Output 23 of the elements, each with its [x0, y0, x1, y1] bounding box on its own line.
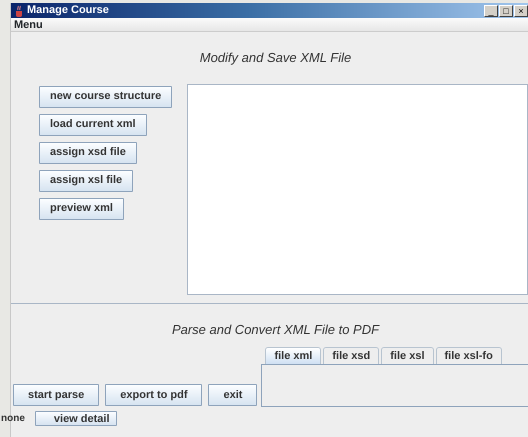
action-button[interactable]: start parse — [13, 384, 100, 406]
action-button[interactable]: new course structure — [39, 86, 172, 108]
java-cup-icon — [15, 4, 23, 16]
tab[interactable]: file xml — [265, 347, 322, 364]
tab[interactable]: file xsl-fo — [436, 347, 502, 364]
minimize-button[interactable]: _ — [484, 4, 498, 16]
tab[interactable]: file xsd — [323, 347, 380, 364]
view-detail-button[interactable]: view detail — [34, 411, 117, 426]
action-button[interactable]: export to pdf — [105, 384, 202, 406]
status-text: none — [1, 412, 25, 426]
action-button[interactable]: exit — [208, 384, 258, 406]
action-button[interactable]: preview xml — [39, 198, 124, 220]
section-heading: Parse and Convert XML File to PDF — [170, 320, 381, 338]
action-button[interactable]: assign xsl file — [39, 170, 134, 192]
text-area[interactable] — [187, 84, 528, 294]
action-button[interactable]: assign xsd file — [39, 142, 137, 164]
tab[interactable]: file xsl — [381, 347, 434, 364]
menu-item[interactable]: Menu — [14, 19, 43, 31]
action-button[interactable]: load current xml — [39, 114, 147, 136]
window-title: Manage Course — [27, 3, 109, 18]
section-heading: Modify and Save XML File — [198, 49, 352, 67]
close-button[interactable]: × — [514, 4, 528, 16]
maximize-button[interactable]: □ — [499, 4, 513, 16]
